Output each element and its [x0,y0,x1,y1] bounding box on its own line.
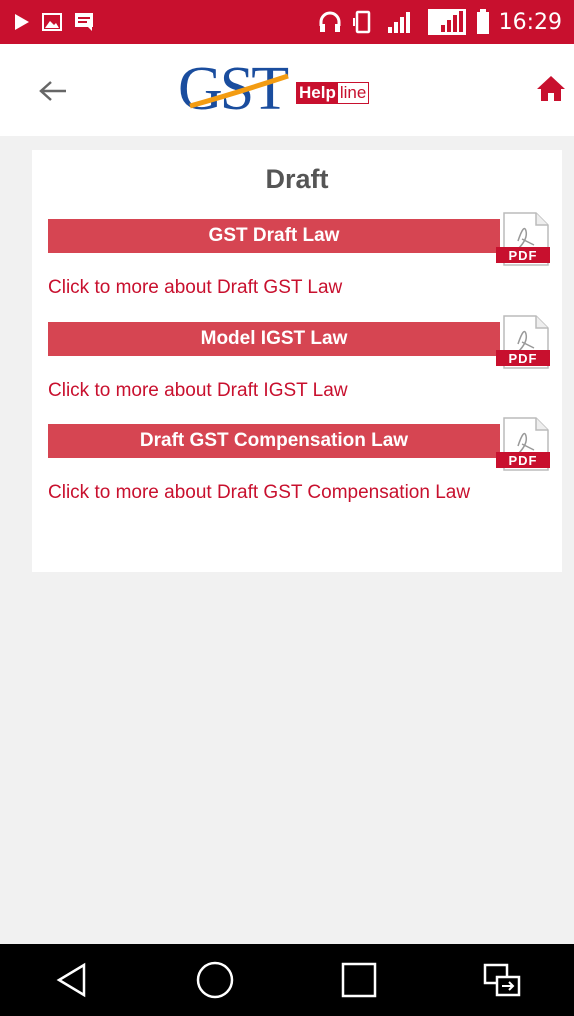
system-icons: 16:29 [318,8,562,36]
law-heading-bar[interactable]: Model IGST Law [48,322,500,356]
battery-icon [476,9,489,34]
law-description-link[interactable]: Click to more about Draft IGST Law [48,374,508,407]
pdf-icon[interactable]: PDF [496,312,556,372]
notification-icons [14,12,94,32]
app-bar: GST Help line [0,44,574,136]
arrow-left-icon [39,81,66,101]
nav-home-button[interactable] [185,950,245,1010]
image-icon [42,13,62,31]
home-icon [537,76,565,101]
gst-helpline-logo: GST Help line [178,56,398,122]
nav-switch-app-button[interactable] [472,950,532,1010]
law-heading-bar[interactable]: GST Draft Law [48,219,500,253]
vibrate-icon [352,10,370,34]
pdf-label: PDF [509,351,538,366]
pdf-icon[interactable]: PDF [496,414,556,474]
logo-help-text: Help [297,83,338,103]
draft-card: Draft GST Draft Law PDF Click to more ab… [32,150,562,572]
message-icon [75,13,93,31]
law-description-link[interactable]: Click to more about Draft GST Law [48,271,508,304]
card-title: Draft [265,164,329,194]
home-circle-icon [197,961,234,999]
signal-icon [387,12,410,33]
pdf-icon[interactable]: PDF [496,209,556,269]
nav-back-button[interactable] [42,950,102,1010]
logo-line-text: line [337,83,369,103]
back-triangle-icon [56,962,85,998]
logo-helpline-badge: Help line [296,82,370,104]
clock-time: 16:29 [498,9,562,35]
law-heading-bar[interactable]: Draft GST Compensation Law [48,424,500,458]
law-description-link[interactable]: Click to more about Draft GST Compensati… [48,476,508,509]
pdf-label: PDF [509,453,538,468]
system-nav-bar [0,944,574,1016]
headset-icon [319,11,341,32]
status-bar: 16:29 [0,0,574,44]
switch-app-icon [484,963,521,997]
pdf-label: PDF [509,248,538,263]
play-icon [15,14,29,30]
home-button[interactable] [536,74,572,110]
signal-icon [427,9,466,35]
back-button[interactable] [30,68,76,114]
recents-square-icon [341,962,376,998]
logo-swoosh-icon [189,73,289,109]
nav-recents-button[interactable] [329,950,389,1010]
